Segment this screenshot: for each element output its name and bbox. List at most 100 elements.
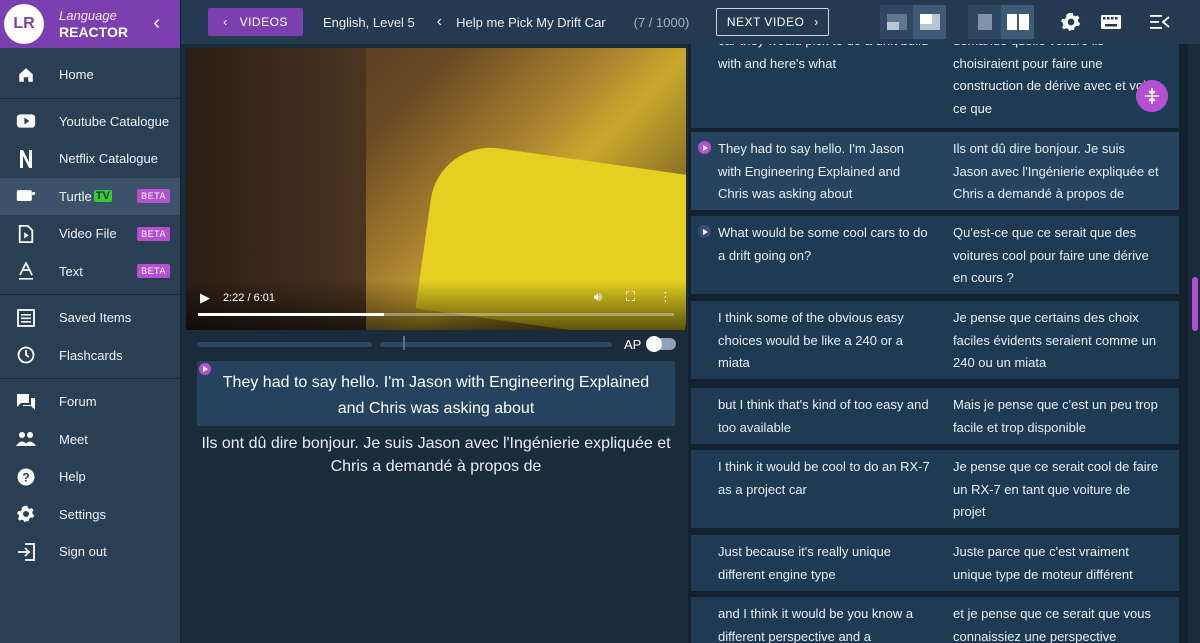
- track-position-marker[interactable]: [403, 336, 405, 350]
- transcript-en[interactable]: car they would pick to do a drift build …: [718, 44, 930, 75]
- beta-badge: BETA: [137, 264, 170, 279]
- video-count: (7 / 1000): [633, 14, 690, 30]
- clock-icon: [16, 345, 36, 365]
- collapse-sidebar-icon[interactable]: ‹: [153, 12, 160, 35]
- collapse-panel-icon[interactable]: [1148, 10, 1172, 34]
- subtitle-track-next[interactable]: [594, 342, 612, 347]
- subtitle-track-current[interactable]: [380, 342, 602, 347]
- sidebar-item-label: Netflix Catalogue: [59, 151, 158, 167]
- volume-icon[interactable]: 🔊︎: [594, 289, 602, 305]
- beta-badge: BETA: [137, 189, 170, 204]
- transcript-row[interactable]: car they would pick to do a drift build …: [691, 44, 1179, 128]
- next-video-button[interactable]: NEXT VIDEO ›: [716, 8, 830, 36]
- sidebar-item-saved-items[interactable]: Saved Items: [0, 299, 180, 337]
- sidebar-nav: Home Youtube Catalogue Netflix Catalogue…: [0, 56, 180, 571]
- sidebar-item-settings[interactable]: Settings: [0, 496, 180, 534]
- sidebar-item-video-file[interactable]: Video File BETA: [0, 215, 180, 253]
- transcript-en[interactable]: and I think it would be you know a diffe…: [718, 597, 930, 643]
- sidebar-item-help[interactable]: ? Help: [0, 458, 180, 496]
- autopause-toggle[interactable]: [646, 336, 676, 352]
- progress-fill: [198, 313, 384, 316]
- divider: [0, 294, 180, 295]
- keyboard-icon[interactable]: [1099, 10, 1123, 34]
- sidebar-item-text[interactable]: Text BETA: [0, 253, 180, 291]
- layout-toggle-group: [880, 5, 946, 39]
- tv-badge: TV: [93, 190, 112, 203]
- list-icon: [16, 308, 36, 328]
- settings-gear-icon[interactable]: [1059, 10, 1083, 34]
- transcript-en[interactable]: What would be some cool cars to do a dri…: [718, 216, 930, 267]
- video-file-icon: [16, 224, 36, 244]
- scrollbar-thumb[interactable]: [1192, 277, 1198, 331]
- sidebar-item-label: Settings: [59, 506, 106, 522]
- play-icon[interactable]: ▶: [200, 290, 210, 306]
- transcript-en[interactable]: but I think that's kind of too easy and …: [718, 388, 930, 439]
- sidebar-item-forum[interactable]: Forum: [0, 383, 180, 421]
- divider: [0, 378, 180, 379]
- sidebar-item-label: Saved Items: [59, 310, 132, 326]
- transcript-fr: Je pense que certains des choix faciles …: [953, 310, 1157, 370]
- transcript-en[interactable]: They had to say hello. I'm Jason with En…: [718, 132, 930, 206]
- transcript-row[interactable]: I think some of the obvious easy choices…: [691, 301, 1179, 379]
- sidebar-item-label: Video File: [59, 226, 117, 242]
- sidebar-item-label: Turtle: [59, 188, 92, 204]
- more-options-icon[interactable]: ⋮: [659, 289, 672, 305]
- column-single-icon: [977, 14, 992, 30]
- transcript-row[interactable]: They had to say hello. I'm Jason with En…: [691, 132, 1179, 210]
- brand-line2: REACTOR: [59, 24, 128, 40]
- chevron-left-icon[interactable]: ‹: [437, 13, 442, 31]
- column-single-button[interactable]: [968, 5, 1001, 39]
- layout-split-button[interactable]: [913, 5, 946, 39]
- transcript-fr: demande quelle voiture ils choisiraient …: [953, 44, 1155, 116]
- progress-bar[interactable]: [198, 313, 674, 316]
- subtitle-track-previous[interactable]: [197, 342, 372, 347]
- transcript-fr: Qu'est-ce que ce serait que des voitures…: [953, 225, 1149, 285]
- transcript-row[interactable]: I think it would be cool to do an RX-7 a…: [691, 450, 1179, 528]
- sidebar-item-youtube[interactable]: Youtube Catalogue: [0, 103, 180, 141]
- column-toggle-group: [968, 5, 1034, 39]
- playback-time: 2:22 / 6:01: [223, 292, 275, 304]
- sidebar-item-sign-out[interactable]: Sign out: [0, 533, 180, 571]
- current-subtitle-text[interactable]: They had to say hello. I'm Jason with En…: [223, 374, 649, 417]
- column-double-button[interactable]: [1001, 5, 1034, 39]
- chevron-right-icon: ›: [814, 15, 819, 29]
- transcript-en[interactable]: I think it would be cool to do an RX-7 a…: [718, 450, 930, 501]
- beta-badge: BETA: [137, 226, 170, 241]
- play-line-icon[interactable]: [698, 141, 711, 154]
- level-breadcrumb[interactable]: English, Level 5: [323, 15, 415, 30]
- text-icon: [16, 261, 36, 281]
- videos-back-button[interactable]: ‹ VIDEOS: [208, 8, 303, 36]
- transcript-row[interactable]: and I think it would be you know a diffe…: [691, 597, 1179, 643]
- play-line-icon[interactable]: [698, 225, 711, 238]
- transcript-en[interactable]: I think some of the obvious easy choices…: [718, 301, 930, 375]
- brand-header: LR Language REACTOR ‹: [0, 0, 180, 48]
- sidebar-item-meet[interactable]: Meet: [0, 421, 180, 459]
- sidebar: LR Language REACTOR ‹ Home Youtube Catal…: [0, 0, 181, 643]
- gear-icon: [16, 504, 36, 524]
- transcript-row[interactable]: What would be some cool cars to do a dri…: [691, 216, 1179, 294]
- logo[interactable]: LR: [4, 4, 44, 44]
- collapse-vertical-icon[interactable]: [1136, 80, 1168, 112]
- transcript-en[interactable]: Just because it's really unique differen…: [718, 535, 930, 586]
- sidebar-item-label: Forum: [59, 394, 97, 410]
- layout-single-button[interactable]: [880, 5, 913, 39]
- video-player[interactable]: ▶ 2:22 / 6:01 🔊︎ ⛶ ⋮: [186, 48, 686, 330]
- sidebar-item-netflix[interactable]: Netflix Catalogue: [0, 140, 180, 178]
- brand-name: Language REACTOR: [59, 8, 128, 40]
- column-double-icon: [1006, 14, 1029, 30]
- current-subtitle[interactable]: They had to say hello. I'm Jason with En…: [197, 361, 675, 426]
- sidebar-item-flashcards[interactable]: Flashcards: [0, 337, 180, 375]
- transcript-row[interactable]: Just because it's really unique differen…: [691, 535, 1179, 591]
- sidebar-item-home[interactable]: Home: [0, 56, 180, 94]
- layout-split-icon: [919, 14, 940, 30]
- tv-icon: [16, 186, 36, 206]
- sidebar-item-label: Youtube Catalogue: [59, 113, 170, 129]
- sidebar-item-label: Sign out: [59, 544, 107, 560]
- videos-button-label: VIDEOS: [239, 15, 288, 29]
- sidebar-item-turtletv[interactable]: Turtle TV BETA: [0, 177, 180, 215]
- fullscreen-icon[interactable]: ⛶: [626, 289, 635, 305]
- transcript-row[interactable]: but I think that's kind of too easy and …: [691, 388, 1179, 444]
- player-controls: ▶ 2:22 / 6:01 🔊︎ ⛶ ⋮: [186, 280, 686, 330]
- transcript-scrollbar[interactable]: [1190, 44, 1200, 643]
- play-subtitle-icon[interactable]: [199, 363, 211, 375]
